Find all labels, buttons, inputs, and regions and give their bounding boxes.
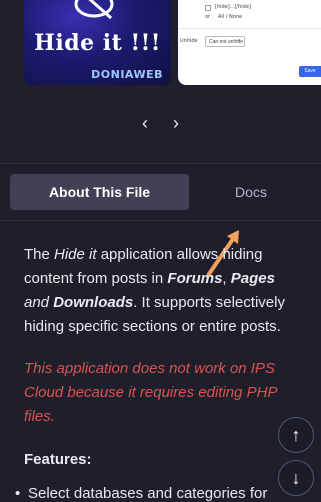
or-text: or bbox=[205, 14, 211, 20]
field-label: Unhide bbox=[180, 38, 198, 44]
scroll-bottom-button[interactable]: ↓ bbox=[278, 460, 314, 496]
feature-text: Select databases and categories for bbox=[28, 485, 268, 502]
divider bbox=[178, 28, 321, 29]
eye-slash-icon bbox=[74, 0, 114, 20]
feature-list-item: Select databases and categories for bbox=[15, 485, 268, 502]
downloads-text: Downloads bbox=[53, 294, 134, 311]
arrow-down-icon: ↓ bbox=[291, 468, 301, 488]
text-span: , bbox=[222, 270, 231, 287]
cloud-warning: This application does not work on IPS Cl… bbox=[24, 360, 277, 425]
file-description: The Hide it application allows hiding co… bbox=[24, 243, 294, 468]
features-heading: Features: bbox=[24, 451, 92, 468]
arrow-up-icon: ↑ bbox=[291, 425, 301, 445]
pages-text: Pages bbox=[230, 270, 275, 287]
checkbox bbox=[205, 5, 211, 11]
slide-brand-logo: DONIAWEB bbox=[91, 68, 163, 81]
carousel-slide-settings[interactable]: [hide]...[/hide] or All / None Unhide Ca… bbox=[178, 0, 321, 85]
carousel-slide-hide-it[interactable]: Hide it !!! DONIAWEB bbox=[24, 0, 171, 85]
forums-text: Forums bbox=[167, 270, 223, 287]
unhide-select: Can not unhide bbox=[205, 35, 245, 47]
tab-docs[interactable]: Docs bbox=[196, 174, 306, 210]
tab-bar: About This File Docs bbox=[0, 164, 321, 220]
intro-paragraph: The Hide it application allows hiding co… bbox=[24, 243, 294, 339]
all-none-text: All / None bbox=[218, 14, 243, 20]
tab-about-this-file[interactable]: About This File bbox=[10, 174, 189, 210]
tag-text: [hide]...[/hide] bbox=[215, 4, 251, 10]
screenshot-carousel: Hide it !!! DONIAWEB [hide]...[/hide] or… bbox=[0, 0, 321, 163]
tab-divider bbox=[0, 220, 321, 221]
scroll-top-button[interactable]: ↑ bbox=[278, 417, 314, 453]
text-span: The bbox=[24, 246, 55, 263]
app-name: Hide it bbox=[54, 246, 97, 263]
save-button: Save bbox=[299, 66, 321, 77]
text-span: and bbox=[24, 294, 54, 311]
chevron-left-icon[interactable]: ‹ bbox=[138, 114, 152, 132]
slide-title: Hide it !!! bbox=[34, 30, 161, 56]
chevron-right-icon[interactable]: › bbox=[169, 114, 183, 132]
